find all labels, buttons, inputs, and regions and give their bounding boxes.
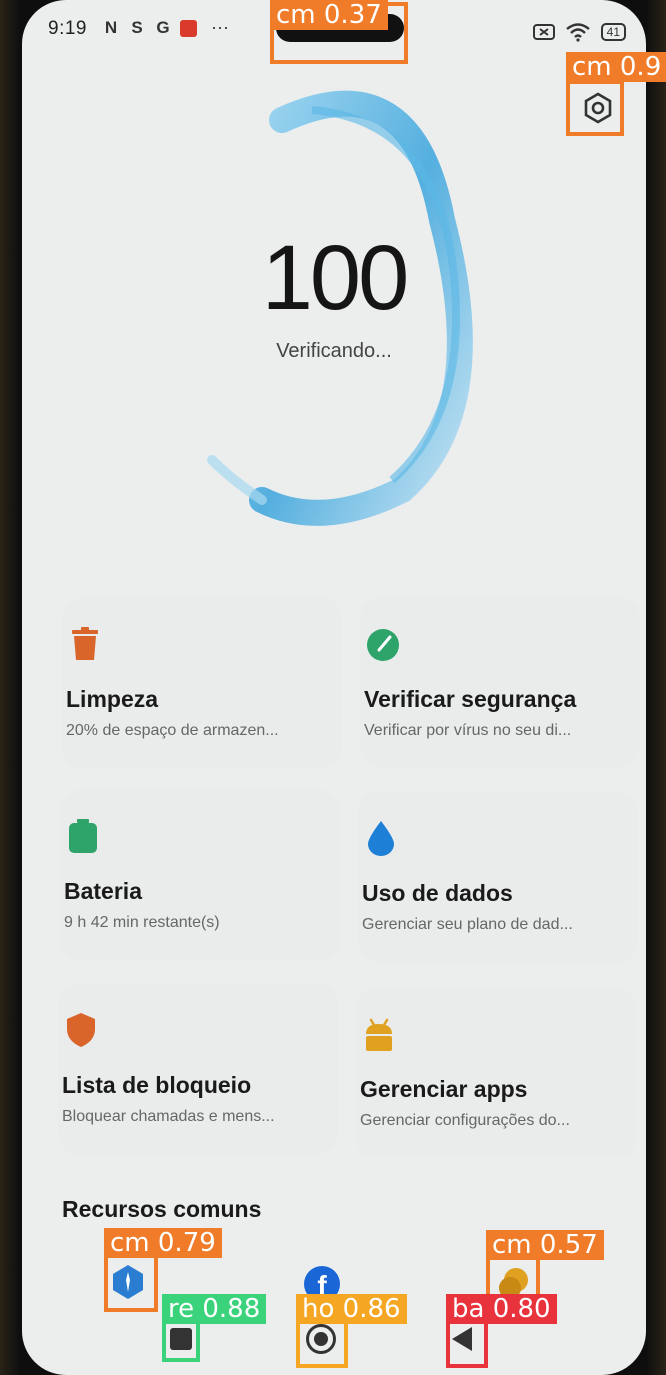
card-block-list[interactable]: Lista de bloqueio Bloquear chamadas e me…	[58, 984, 338, 1154]
detection-box-back	[446, 1320, 488, 1368]
detection-box-settings	[566, 80, 624, 136]
detection-label: ho 0.86	[296, 1294, 407, 1324]
screen: 9:19 N S G ··· 41 100 Verificando... Lim…	[22, 0, 646, 1375]
card-battery-subtitle: 9 h 42 min restante(s)	[64, 914, 220, 931]
nfc-icon: N	[104, 17, 118, 37]
card-cleanup-title: Limpeza	[66, 686, 159, 712]
detection-box-home	[296, 1318, 348, 1368]
detection-box-feature-left	[104, 1254, 158, 1312]
card-manage-apps-subtitle: Gerenciar configurações do...	[360, 1112, 570, 1129]
scan-status: Verificando...	[276, 340, 392, 362]
google-icon: G	[156, 17, 170, 37]
card-block-list-title: Lista de bloqueio	[62, 1072, 252, 1098]
card-data-usage[interactable]: Uso de dados Gerenciar seu plano de dad.…	[358, 792, 638, 962]
mail-icon	[180, 20, 197, 37]
battery-indicator: 41	[600, 23, 626, 41]
shield-icon	[67, 1013, 95, 1047]
card-cleanup[interactable]: Limpeza 20% de espaço de armazen...	[62, 598, 342, 768]
detection-box-recents	[162, 1320, 200, 1362]
card-block-list-subtitle: Bloquear chamadas e mens...	[62, 1108, 275, 1125]
card-manage-apps-title: Gerenciar apps	[360, 1076, 528, 1102]
card-data-usage-title: Uso de dados	[362, 880, 513, 906]
status-icons-right: 41	[532, 22, 626, 42]
detection-label: cm 0.57	[486, 1230, 604, 1260]
battery-icon	[69, 819, 97, 853]
card-cleanup-subtitle: 20% de espaço de armazen...	[66, 722, 279, 739]
card-security-check[interactable]: Verificar segurança Verificar por vírus …	[360, 598, 640, 768]
more-notifications-icon: ···	[211, 17, 229, 37]
card-manage-apps[interactable]: Gerenciar apps Gerenciar configurações d…	[356, 988, 636, 1158]
detection-label: cm 0.9	[566, 52, 666, 82]
security-score: 100	[261, 227, 410, 329]
no-sim-icon	[532, 24, 555, 40]
security-check-icon	[367, 629, 399, 661]
status-time: 9:19	[48, 18, 87, 39]
detection-label: ba 0.80	[446, 1294, 557, 1324]
detection-label: cm 0.79	[104, 1228, 222, 1258]
card-battery[interactable]: Bateria 9 h 42 min restante(s)	[60, 790, 340, 960]
trash-icon	[72, 627, 98, 660]
sim-icon: S	[131, 17, 143, 37]
card-security-check-title: Verificar segurança	[364, 686, 577, 712]
detection-label: cm 0.37	[270, 0, 388, 30]
wifi-icon	[565, 23, 590, 42]
card-data-usage-subtitle: Gerenciar seu plano de dad...	[362, 916, 573, 933]
phone-frame: 9:19 N S G ··· 41 100 Verificando... Lim…	[0, 0, 666, 1375]
detection-label: re 0.88	[162, 1294, 267, 1324]
data-drop-icon	[368, 821, 394, 856]
section-common-features-title: Recursos comuns	[62, 1196, 262, 1222]
card-battery-title: Bateria	[64, 878, 142, 904]
card-security-check-subtitle: Verificar por vírus no seu di...	[364, 722, 572, 739]
android-icon	[366, 1018, 392, 1051]
status-icons-left: N S G ···	[102, 17, 229, 38]
